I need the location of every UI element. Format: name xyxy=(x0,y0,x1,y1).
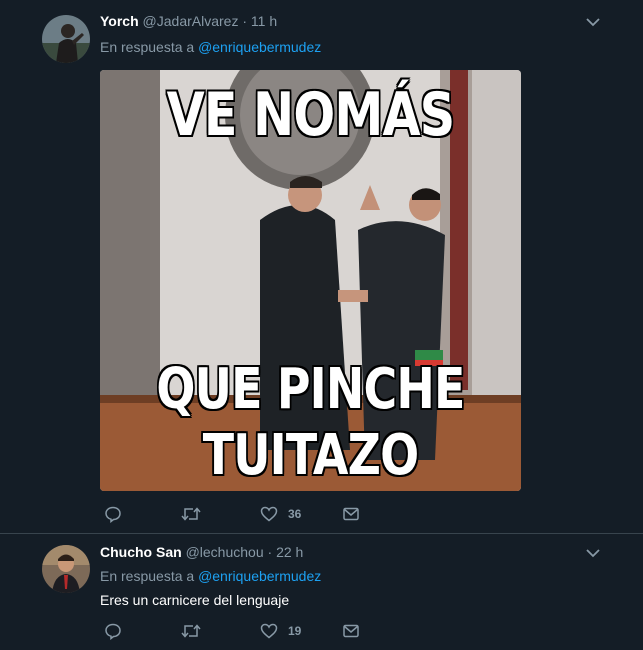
meme-caption-mid: QUE PINCHE xyxy=(156,357,465,422)
retweet-icon xyxy=(181,507,201,521)
user-handle[interactable]: @lechuchou xyxy=(186,544,264,560)
tweet[interactable]: Yorch @JadarAlvarez · 11 h En respuesta … xyxy=(0,0,643,533)
reply-prefix: En respuesta a xyxy=(100,568,195,584)
chevron-down-icon[interactable] xyxy=(586,548,600,558)
retweet-button[interactable] xyxy=(180,621,202,641)
retweet-icon xyxy=(181,624,201,638)
like-button[interactable]: 36 xyxy=(260,504,301,524)
direct-message-button[interactable] xyxy=(342,621,360,641)
tweet[interactable]: Chucho San @lechuchou · 22 h En respuest… xyxy=(0,534,643,650)
separator: · xyxy=(242,13,248,29)
dm-icon xyxy=(343,624,359,638)
dm-icon xyxy=(343,507,359,521)
user-handle[interactable]: @JadarAlvarez xyxy=(143,13,239,29)
retweet-button[interactable] xyxy=(180,504,202,524)
tweet-actions: 19 xyxy=(100,621,420,641)
tweet-text: Eres un carnicere del lenguaje xyxy=(100,592,290,608)
tweet-header: Yorch @JadarAlvarez · 11 h xyxy=(100,13,277,29)
timestamp[interactable]: 11 h xyxy=(251,13,277,29)
reply-icon xyxy=(105,506,121,523)
reply-context: En respuesta a @enriquebermudez xyxy=(100,568,321,584)
avatar[interactable] xyxy=(42,15,90,63)
display-name[interactable]: Yorch xyxy=(100,13,139,29)
tweet-header: Chucho San @lechuchou · 22 h xyxy=(100,544,303,560)
meme-caption-bottom: TUITAZO xyxy=(202,423,419,488)
tweet-image[interactable]: VE NOMÁS QUE PINCHE TUITAZO xyxy=(100,70,521,491)
reply-context: En respuesta a @enriquebermudez xyxy=(100,39,321,55)
reply-button[interactable] xyxy=(104,504,122,524)
reply-mention-link[interactable]: @enriquebermudez xyxy=(198,39,321,55)
timeline: Yorch @JadarAlvarez · 11 h En respuesta … xyxy=(0,0,643,650)
direct-message-button[interactable] xyxy=(342,504,360,524)
avatar[interactable] xyxy=(42,545,90,593)
reply-prefix: En respuesta a xyxy=(100,39,195,55)
meme-caption-top: VE NOMÁS xyxy=(166,80,456,150)
display-name[interactable]: Chucho San xyxy=(100,544,182,560)
like-count: 36 xyxy=(288,507,302,521)
like-count: 19 xyxy=(288,624,302,638)
reply-button[interactable] xyxy=(104,621,122,641)
like-icon xyxy=(260,506,278,522)
timestamp[interactable]: 22 h xyxy=(276,544,303,560)
reply-icon xyxy=(105,623,121,640)
tweet-actions: 36 xyxy=(100,504,420,524)
like-button[interactable]: 19 xyxy=(260,621,301,641)
separator: · xyxy=(267,544,273,560)
reply-mention-link[interactable]: @enriquebermudez xyxy=(198,568,321,584)
like-icon xyxy=(260,623,278,639)
chevron-down-icon[interactable] xyxy=(586,17,600,27)
